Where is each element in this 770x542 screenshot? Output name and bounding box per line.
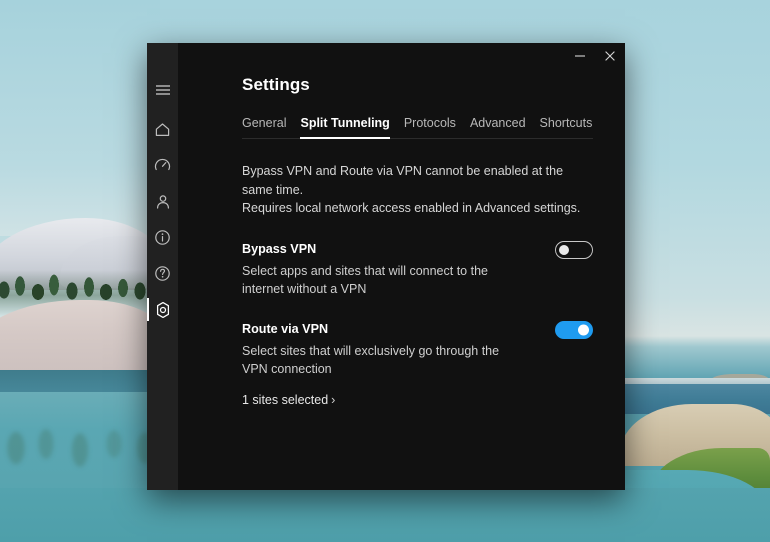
toggle-knob: [578, 325, 589, 336]
gear-icon: [154, 301, 172, 319]
sidebar-item-help[interactable]: [147, 259, 178, 288]
desktop-background: Settings General Split Tunneling Protoco…: [0, 0, 770, 542]
home-icon: [154, 122, 171, 138]
vpn-settings-window: Settings General Split Tunneling Protoco…: [147, 43, 625, 490]
info-circle-icon: [154, 229, 171, 246]
hamburger-menu-icon: [155, 84, 171, 96]
sidebar-item-menu[interactable]: [147, 73, 178, 107]
info-note-line-1: Bypass VPN and Route via VPN cannot be e…: [242, 164, 563, 197]
chevron-right-icon: ›: [331, 393, 335, 407]
help-circle-icon: [154, 265, 171, 282]
wallpaper-foreground-water: [0, 488, 770, 542]
close-icon: [604, 50, 616, 62]
split-tunneling-panel: Bypass VPN and Route via VPN cannot be e…: [242, 162, 625, 409]
sidebar-item-speed[interactable]: [147, 151, 178, 180]
speedometer-icon: [154, 157, 171, 174]
window-titlebar: [178, 43, 625, 71]
route-via-vpn-title: Route via VPN: [242, 322, 517, 337]
wallpaper-lake-band: [0, 370, 160, 394]
app-sidebar: [147, 43, 178, 490]
settings-tabs-container: General Split Tunneling Protocols Advanc…: [242, 116, 625, 139]
page-title: Settings: [242, 75, 625, 95]
info-note-line-2: Requires local network access enabled in…: [242, 201, 580, 215]
tab-shortcuts[interactable]: Shortcuts: [540, 116, 593, 139]
minimize-button[interactable]: [565, 43, 595, 69]
sidebar-item-settings[interactable]: [147, 295, 178, 324]
wallpaper-sand-dune-left: [0, 300, 170, 380]
sites-selected-link[interactable]: 1 sites selected›: [242, 393, 335, 407]
wallpaper-sky-left: [0, 0, 160, 236]
sites-selected-label: 1 sites selected: [242, 393, 328, 407]
info-note: Bypass VPN and Route via VPN cannot be e…: [242, 162, 593, 218]
toggle-knob: [559, 245, 569, 255]
settings-tabs: General Split Tunneling Protocols Advanc…: [242, 116, 593, 139]
route-via-vpn-toggle[interactable]: [555, 321, 593, 339]
tab-advanced[interactable]: Advanced: [470, 116, 526, 139]
sidebar-item-account[interactable]: [147, 187, 178, 216]
bypass-vpn-toggle[interactable]: [555, 241, 593, 259]
route-via-vpn-description: Select sites that will exclusively go th…: [242, 342, 517, 379]
tab-protocols[interactable]: Protocols: [404, 116, 456, 139]
settings-content: Settings General Split Tunneling Protoco…: [178, 43, 625, 490]
tab-general[interactable]: General: [242, 116, 286, 139]
person-icon: [155, 194, 171, 210]
minimize-icon: [574, 50, 586, 62]
sidebar-item-home[interactable]: [147, 115, 178, 144]
tab-split-tunneling[interactable]: Split Tunneling: [300, 116, 389, 139]
wallpaper-reflections: [0, 420, 160, 480]
bypass-vpn-row: Bypass VPN Select apps and sites that wi…: [242, 242, 593, 299]
route-via-vpn-row: Route via VPN Select sites that will exc…: [242, 322, 593, 409]
sidebar-item-info[interactable]: [147, 223, 178, 252]
close-button[interactable]: [595, 43, 625, 69]
bypass-vpn-title: Bypass VPN: [242, 242, 517, 257]
bypass-vpn-description: Select apps and sites that will connect …: [242, 262, 517, 299]
